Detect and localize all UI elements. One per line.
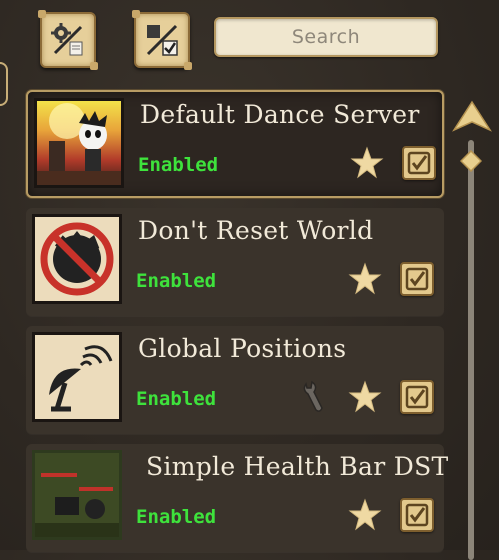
- mod-row-simple-health-bar-dst[interactable]: Simple Health Bar DST Enabled: [26, 444, 448, 552]
- side-tab-handle[interactable]: [0, 62, 8, 106]
- scrollbar-track[interactable]: [468, 140, 474, 560]
- search-field[interactable]: [214, 17, 438, 57]
- mod-status: Enabled: [136, 388, 217, 410]
- favorite-star-icon[interactable]: [348, 498, 382, 532]
- mod-row-default-dance-server[interactable]: Default Dance Server Enabled: [26, 90, 444, 198]
- mod-thumbnail: [32, 332, 122, 422]
- favorite-star-icon[interactable]: [348, 262, 382, 296]
- mod-status: Enabled: [138, 154, 219, 176]
- checkbox-icon: [407, 151, 431, 175]
- mod-thumbnail: [34, 98, 124, 188]
- mod-row-dont-reset-world[interactable]: Don't Reset World Enabled: [26, 208, 444, 316]
- checkbox-icon: [405, 385, 429, 409]
- scroll-up-icon[interactable]: [452, 100, 492, 134]
- toggle-all-button[interactable]: [132, 10, 192, 70]
- favorite-star-icon[interactable]: [348, 380, 382, 414]
- mod-thumbnail: [32, 450, 122, 540]
- enable-checkbox[interactable]: [400, 262, 434, 296]
- mod-title: Don't Reset World: [138, 216, 374, 245]
- mod-status: Enabled: [136, 506, 217, 528]
- configure-mods-button[interactable]: [38, 10, 98, 70]
- enable-checkbox[interactable]: [400, 380, 434, 414]
- checkbox-icon: [405, 503, 429, 527]
- mod-thumbnail: [32, 214, 122, 304]
- mod-status: Enabled: [136, 270, 217, 292]
- mod-row-global-positions[interactable]: Global Positions Enabled: [26, 326, 444, 434]
- enable-checkbox[interactable]: [400, 498, 434, 532]
- favorite-star-icon[interactable]: [350, 146, 384, 180]
- mod-title: Simple Health Bar DST: [146, 452, 449, 481]
- toggle-all-icon: [146, 24, 178, 56]
- wrench-icon[interactable]: [298, 380, 328, 414]
- mod-title: Global Positions: [138, 334, 347, 363]
- configure-mods-icon: [51, 23, 83, 56]
- mod-title: Default Dance Server: [140, 100, 420, 129]
- scrollbar-thumb[interactable]: [460, 150, 482, 172]
- checkbox-icon: [405, 267, 429, 291]
- search-input[interactable]: [216, 19, 436, 55]
- enable-checkbox[interactable]: [402, 146, 436, 180]
